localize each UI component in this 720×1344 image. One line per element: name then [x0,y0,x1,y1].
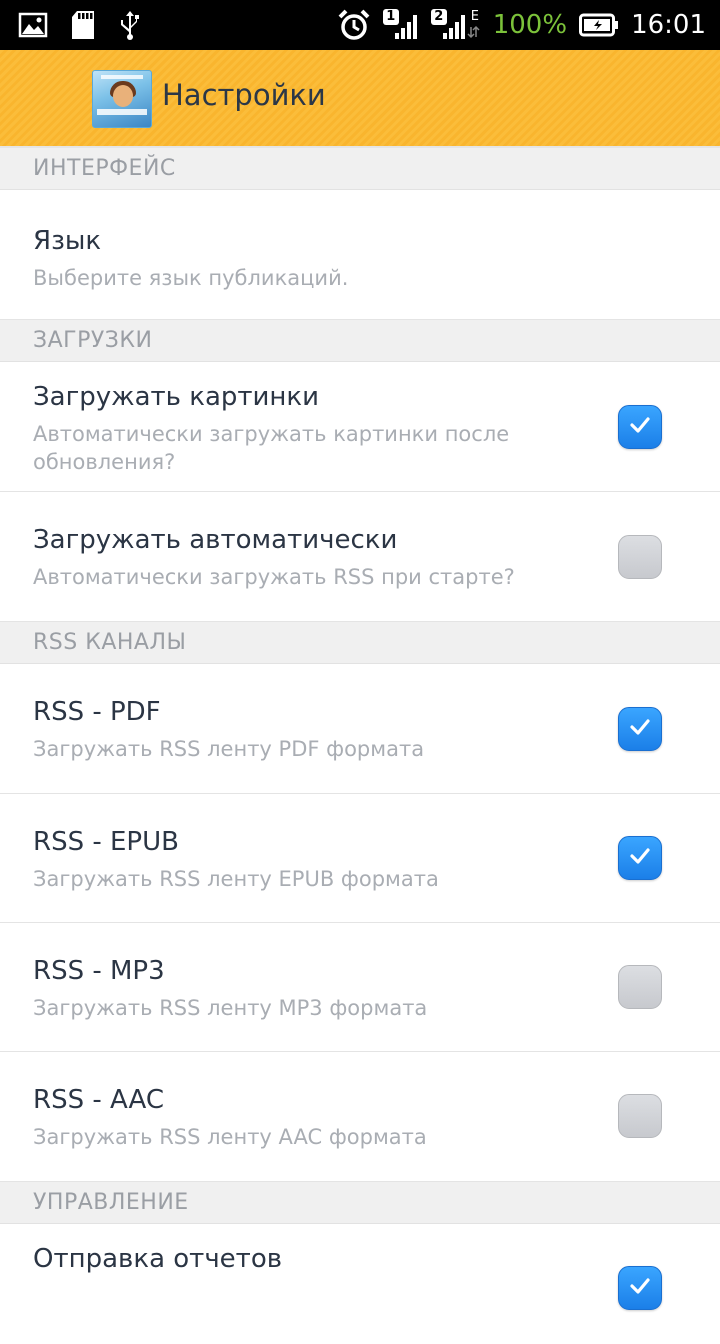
sd-card-icon [70,10,96,40]
pref-rss-epub[interactable]: RSS - EPUB Загружать RSS ленту EPUB форм… [0,794,720,923]
battery-icon [579,13,619,37]
app-logo-icon[interactable] [92,70,152,128]
pref-summary: Загружать RSS ленту PDF формата [33,737,425,761]
pref-auto-load[interactable]: Загружать автоматически Автоматически за… [0,492,720,622]
pref-summary: Выберите язык публикаций. [33,266,349,290]
pref-title: RSS - PDF [33,697,161,727]
pref-title: RSS - MP3 [33,956,165,986]
pref-title: Загружать картинки [33,382,320,412]
rss-mp3-checkbox[interactable] [618,965,662,1009]
page-title: Настройки [162,78,326,112]
battery-percent: 100% [492,10,568,40]
pref-title: Загружать автоматически [33,525,398,555]
send-reports-checkbox[interactable] [618,1266,662,1310]
gallery-icon [18,11,48,39]
rss-epub-checkbox[interactable] [618,836,662,880]
signal-sim2-icon: 2 E [430,9,481,41]
pref-rss-pdf[interactable]: RSS - PDF Загружать RSS ленту PDF формат… [0,664,720,794]
load-images-checkbox[interactable] [618,405,662,449]
pref-language[interactable]: Язык Выберите язык публикаций. [0,190,720,320]
rss-pdf-checkbox[interactable] [618,707,662,751]
checkmark-icon [630,417,650,433]
checkmark-icon [630,848,650,864]
section-header-interface: ИНТЕРФЕЙС [0,148,720,190]
auto-load-checkbox[interactable] [618,535,662,579]
pref-summary: Загружать RSS ленту MP3 формата [33,996,428,1020]
signal-sim1-icon: 1 [382,9,419,41]
pref-rss-aac[interactable]: RSS - AAC Загружать RSS ленту AAC формат… [0,1052,720,1182]
pref-send-reports[interactable]: Отправка отчетов [0,1224,720,1344]
section-header-rss: RSS КАНАЛЫ [0,622,720,664]
network-type-label: E [470,9,479,24]
pref-title: RSS - EPUB [33,827,179,857]
pref-summary: Загружать RSS ленту AAC формата [33,1125,427,1149]
pref-summary: Автоматически загружать картинки после о… [33,422,510,474]
settings-list[interactable]: ИНТЕРФЕЙС Язык Выберите язык публикаций.… [0,148,720,1344]
rss-aac-checkbox[interactable] [618,1094,662,1138]
status-bar: 1 2 E 100% 16:01 [0,0,720,50]
checkmark-icon [630,1278,650,1294]
checkmark-icon [630,719,650,735]
pref-title: Язык [33,226,102,256]
pref-title: RSS - AAC [33,1085,164,1115]
action-bar: Настройки [0,50,720,148]
pref-summary: Автоматически загружать RSS при старте? [33,565,515,589]
usb-icon [118,9,142,41]
pref-title: Отправка отчетов [33,1244,283,1274]
section-header-downloads: ЗАГРУЗКИ [0,320,720,362]
pref-summary: Загружать RSS ленту EPUB формата [33,867,439,891]
pref-rss-mp3[interactable]: RSS - MP3 Загружать RSS ленту MP3 формат… [0,923,720,1052]
clock: 16:01 [631,10,706,40]
pref-load-images[interactable]: Загружать картинки Автоматически загружа… [0,362,720,492]
section-header-control: УПРАВЛЕНИЕ [0,1182,720,1224]
alarm-icon [337,8,371,42]
